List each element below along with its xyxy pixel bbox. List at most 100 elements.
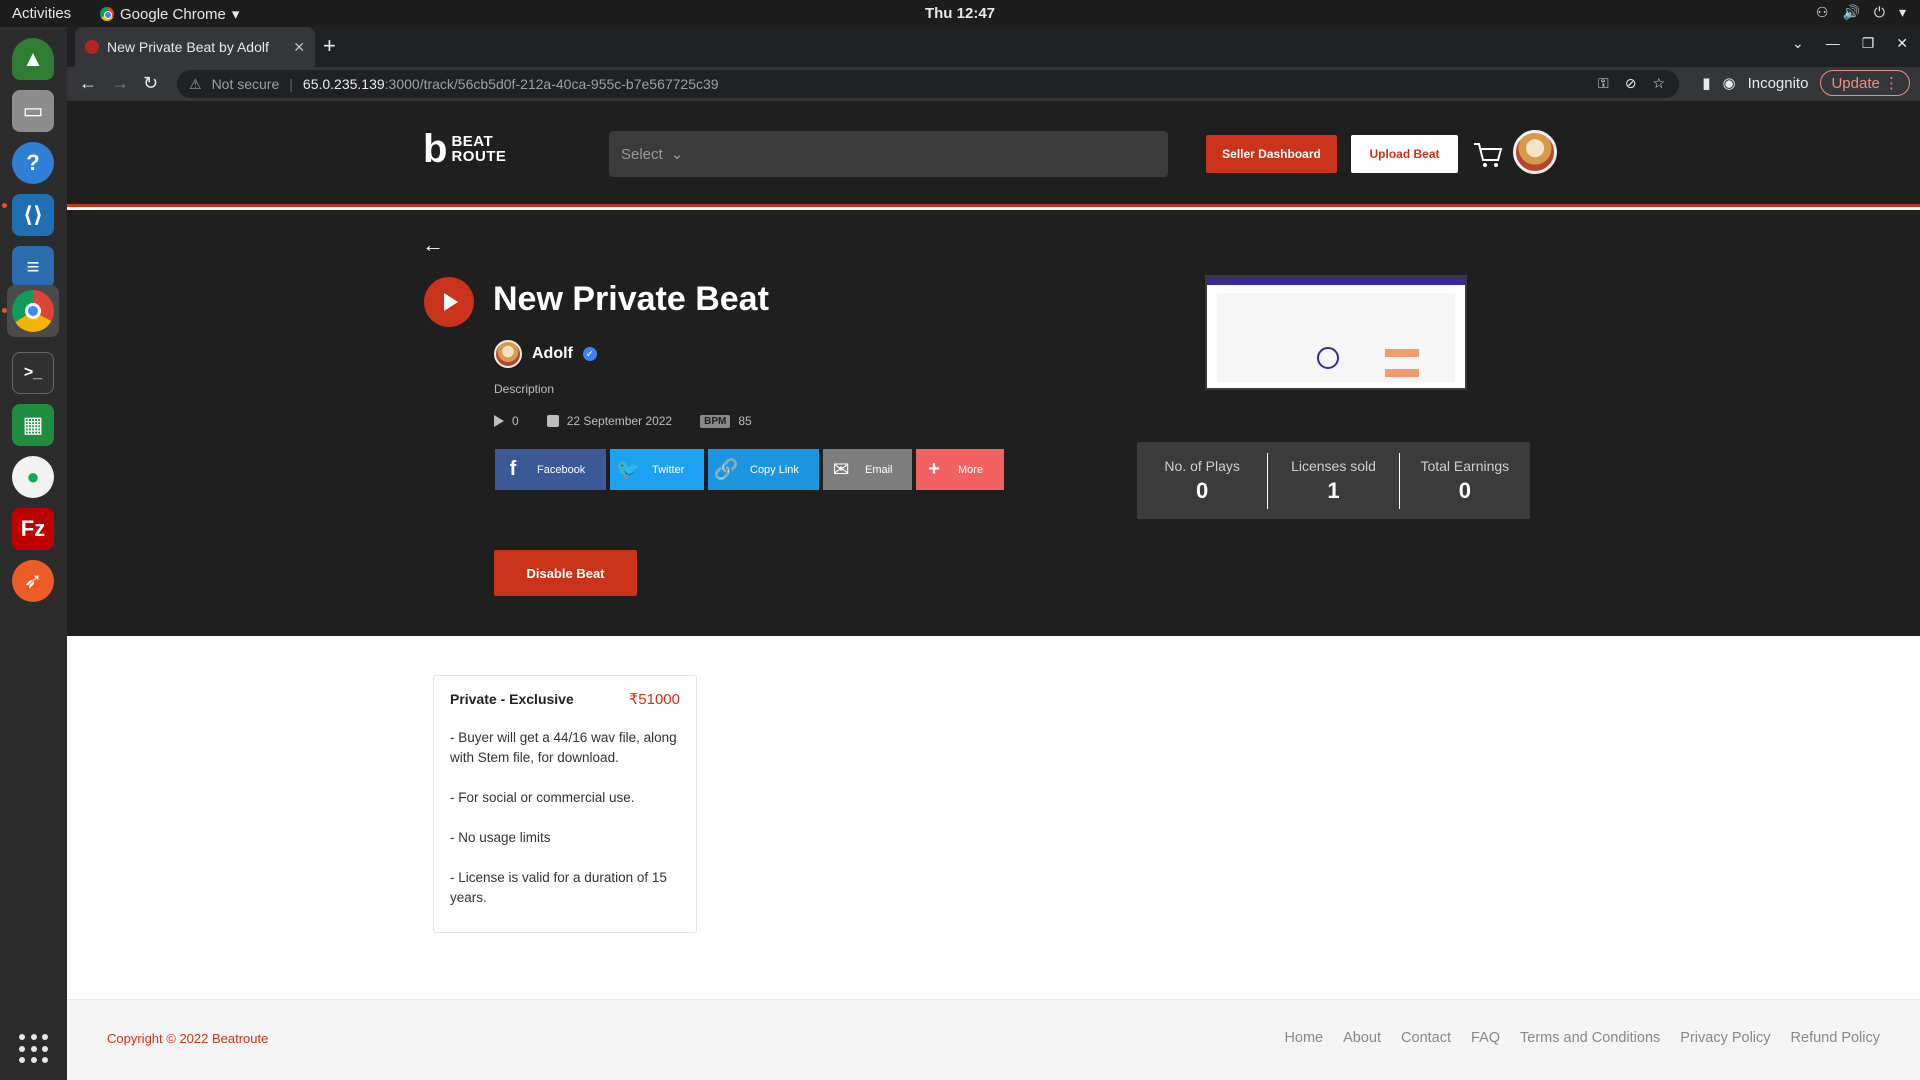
app-menu[interactable]: Google Chrome ▾ [100, 5, 239, 23]
play-button[interactable] [424, 277, 474, 327]
share-email-button[interactable]: ✉ Email [823, 449, 912, 490]
footer-link-faq[interactable]: FAQ [1471, 1030, 1500, 1046]
share-twitter-button[interactable]: 🐦 Twitter [610, 449, 704, 490]
plays-icon [494, 415, 504, 427]
disable-beat-button[interactable]: Disable Beat [494, 550, 637, 596]
beat-meta: 0 22 September 2022 BPM 85 [494, 414, 752, 428]
dock-terminal[interactable]: >_ [7, 347, 59, 399]
description-label: Description [494, 382, 555, 396]
twitter-icon: 🐦 [615, 459, 641, 481]
copy-link-button[interactable]: 🔗 Copy Link [708, 449, 819, 490]
close-window-icon[interactable]: ✕ [1896, 35, 1908, 52]
volume-icon[interactable]: 🔊 [1842, 4, 1859, 21]
footer-link-terms[interactable]: Terms and Conditions [1520, 1030, 1660, 1046]
share-facebook-button[interactable]: f Facebook [495, 449, 606, 490]
star-icon[interactable]: ☆ [1652, 75, 1665, 92]
new-tab-button[interactable]: + [323, 33, 336, 59]
share-more-button[interactable]: + More [916, 449, 1004, 490]
license-card[interactable]: Private - Exclusive ₹51000 - Buyer will … [433, 675, 697, 933]
update-button[interactable]: Update ⋮ [1820, 70, 1910, 96]
license-term: - No usage limits [450, 830, 551, 845]
address-bar[interactable]: ⚠ Not secure | 65.0.235.139:3000/track/5… [177, 70, 1679, 98]
chevron-down-icon[interactable]: ▾ [1899, 4, 1906, 21]
clock[interactable]: Thu 12:47 [925, 5, 995, 22]
writer-icon: ≡ [12, 246, 54, 288]
dock-postman[interactable]: ➶ [7, 555, 59, 607]
license-term: - Buyer will get a 44/16 wav file, along… [450, 730, 677, 765]
filezilla-icon: Fz [12, 508, 54, 550]
beat-hero: ← New Private Beat Adolf ✓ Description 0… [67, 210, 1920, 636]
minimize-icon[interactable]: — [1826, 35, 1840, 52]
seller-dashboard-button[interactable]: Seller Dashboard [1206, 135, 1337, 173]
mongodb-leaf-icon: ● [12, 456, 54, 498]
footer-link-contact[interactable]: Contact [1401, 1030, 1451, 1046]
back-arrow-icon[interactable]: ← [422, 232, 444, 258]
artist-link[interactable]: Adolf ✓ [494, 340, 597, 368]
forward-icon[interactable]: → [111, 73, 129, 94]
dock-chrome[interactable] [7, 285, 59, 337]
copyright-text: Copyright © 2022 Beatroute [107, 1031, 269, 1046]
reload-icon[interactable]: ↻ [143, 73, 158, 94]
eye-off-icon[interactable]: ⊘ [1625, 75, 1637, 92]
beat-cover-image [1205, 275, 1467, 390]
footer-link-about[interactable]: About [1343, 1030, 1381, 1046]
power-icon[interactable]: ⏻ [1874, 4, 1885, 21]
share-facebook-label: Facebook [537, 463, 586, 476]
dock-filezilla[interactable]: Fz [7, 503, 59, 555]
user-avatar[interactable] [1513, 130, 1557, 174]
terminal-icon: >_ [12, 352, 54, 394]
dock-mongodb[interactable]: ● [7, 451, 59, 503]
incognito-icon[interactable]: ◉ [1722, 74, 1735, 92]
link-icon: 🔗 [713, 459, 739, 481]
stat-plays: No. of Plays 0 [1137, 452, 1269, 509]
logo-bottom-text: ROUTE [451, 148, 507, 165]
cart-icon[interactable] [1471, 138, 1505, 172]
not-secure-label[interactable]: Not secure [212, 76, 280, 92]
back-icon[interactable]: ← [79, 73, 97, 94]
site-header: b BEAT ROUTE Select ⌄ Seller Dashboard Up… [67, 101, 1920, 207]
activities-button[interactable]: Activities [12, 5, 71, 22]
footer-links: Home About Contact FAQ Terms and Conditi… [1284, 1030, 1880, 1046]
accessibility-icon[interactable]: ⚇ [1816, 4, 1829, 21]
side-panel-icon[interactable]: ▮ [1702, 74, 1710, 92]
share-twitter-label: Twitter [652, 463, 685, 476]
stat-value: 1 [1327, 477, 1340, 503]
footer-link-privacy[interactable]: Privacy Policy [1680, 1030, 1770, 1046]
footer-link-refund[interactable]: Refund Policy [1791, 1030, 1880, 1046]
help-icon: ? [12, 142, 54, 184]
license-term: - For social or commercial use. [450, 790, 635, 805]
license-price: ₹51000 [628, 691, 680, 708]
stat-value: 0 [1458, 477, 1471, 503]
dock-calc[interactable]: ▦ [7, 399, 59, 451]
url-path: :3000/track/56cb5d0f-212a-40ca-955c-b7e5… [384, 76, 719, 92]
system-tray[interactable]: ⚇ 🔊 ⏻ ▾ [1816, 4, 1906, 21]
update-label: Update [1831, 75, 1880, 92]
dock-help[interactable]: ? [7, 137, 59, 189]
site-footer: Copyright © 2022 Beatroute Home About Co… [67, 999, 1920, 1080]
incognito-label: Incognito [1747, 74, 1809, 92]
license-name: Private - Exclusive [450, 691, 574, 707]
show-apps-icon[interactable] [19, 1034, 49, 1064]
license-term: - License is valid for a duration of 15 … [450, 870, 667, 905]
bpm-badge: BPM [700, 414, 731, 428]
beat-title: New Private Beat [493, 280, 769, 318]
search-select[interactable]: Select ⌄ [609, 131, 1168, 177]
chrome-icon [12, 290, 54, 332]
verified-icon: ✓ [582, 347, 597, 361]
url-host: 65.0.235.139 [302, 76, 385, 92]
dock-vscode[interactable]: ⟨⟩ [7, 189, 59, 241]
chrome-icon [100, 7, 114, 21]
dock-rocket-app[interactable]: ▲ [7, 33, 59, 85]
tab-search-icon[interactable]: ⌄ [1792, 35, 1804, 52]
upload-beat-button[interactable]: Upload Beat [1351, 135, 1458, 173]
close-icon[interactable]: ✕ [293, 39, 305, 56]
beatroute-logo[interactable]: b BEAT ROUTE [423, 129, 506, 169]
dock: ▲ ▭ ? ⟨⟩ ≡ >_ ▦ ● Fz ➶ [0, 27, 67, 1080]
dock-files[interactable]: ▭ [7, 85, 59, 137]
maximize-icon[interactable]: ❐ [1862, 35, 1875, 52]
key-icon[interactable]: ⚿ [1598, 75, 1609, 92]
footer-link-home[interactable]: Home [1284, 1030, 1323, 1046]
tab-active[interactable]: New Private Beat by Adolf ✕ [75, 27, 315, 67]
email-icon: ✉ [832, 459, 850, 481]
plus-icon: + [928, 458, 940, 480]
